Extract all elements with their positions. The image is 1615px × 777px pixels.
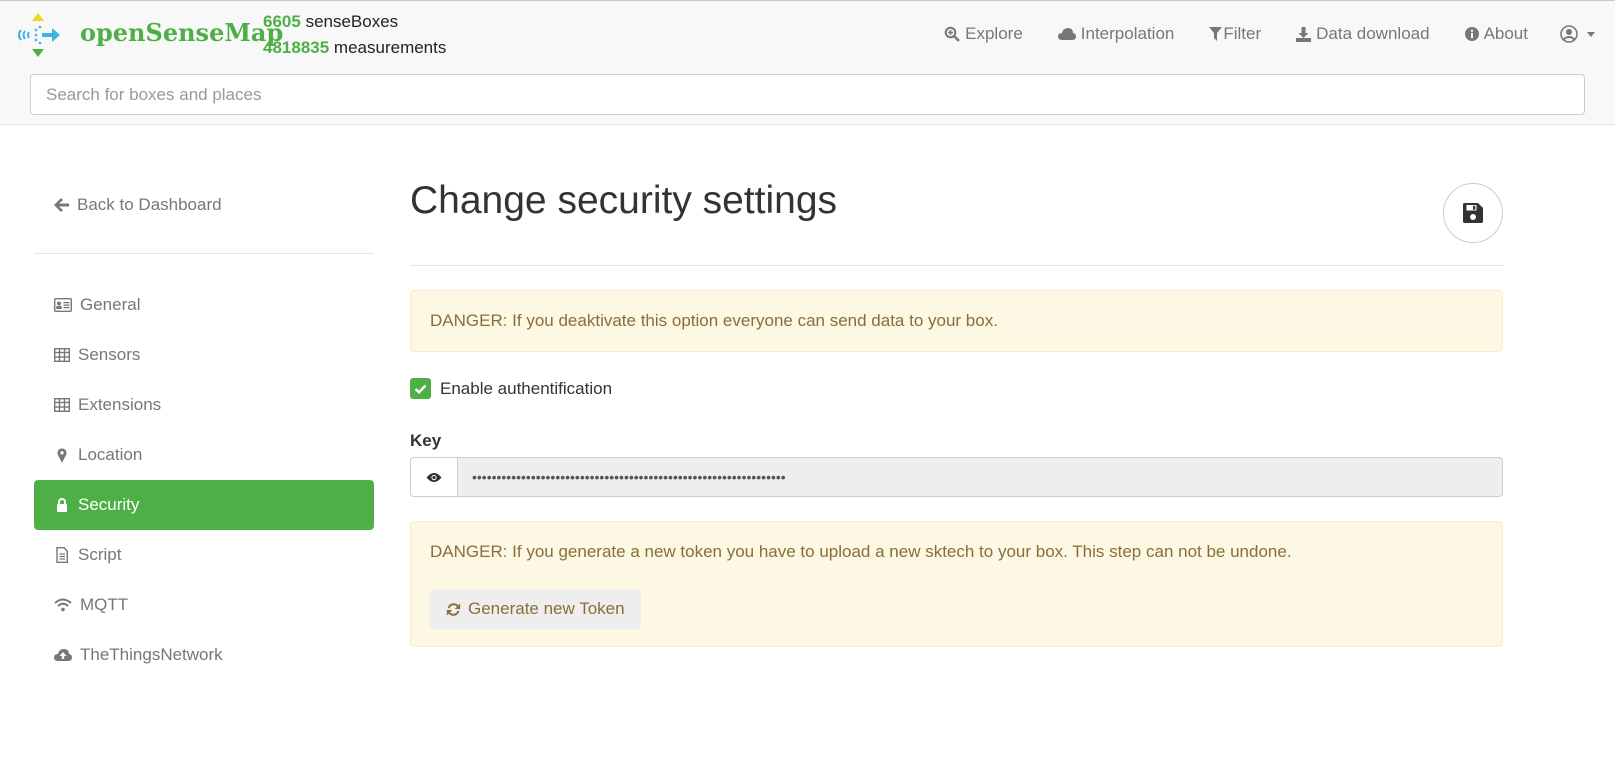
- enable-auth-checkbox[interactable]: [410, 378, 431, 399]
- title-divider: [410, 265, 1503, 266]
- enable-auth-label[interactable]: Enable authentification: [440, 379, 612, 399]
- sidebar-item-security[interactable]: Security: [34, 480, 374, 530]
- refresh-icon: [446, 602, 461, 616]
- floppy-disk-icon: [1463, 203, 1483, 223]
- auth-danger-alert: DANGER: If you deaktivate this option ev…: [410, 290, 1503, 352]
- toggle-key-visibility-button[interactable]: [410, 457, 458, 497]
- nav-explore-label: Explore: [965, 24, 1023, 43]
- search-input[interactable]: [30, 74, 1585, 115]
- access-token-field[interactable]: [458, 457, 1503, 497]
- nav-about-label: About: [1483, 24, 1528, 43]
- sidebar-divider: [34, 253, 374, 254]
- id-card-icon: [54, 298, 72, 312]
- page-title: Change security settings: [410, 179, 838, 222]
- search-plus-icon: [944, 26, 961, 42]
- token-danger-alert: DANGER: If you generate a new token you …: [410, 521, 1503, 647]
- sidebar-item-script-label: Script: [78, 545, 122, 564]
- nav-interpolation[interactable]: Interpolation: [1057, 24, 1175, 44]
- token-danger-text: DANGER: If you generate a new token you …: [430, 542, 1292, 561]
- cloud-icon: [1057, 28, 1076, 40]
- sidebar-item-extensions-label: Extensions: [78, 395, 162, 414]
- sidebar-item-mqtt[interactable]: MQTT: [34, 580, 374, 630]
- download-icon: [1296, 26, 1312, 42]
- sidebar-item-mqtt-label: MQTT: [80, 595, 129, 614]
- caret-down-icon: [1587, 31, 1595, 37]
- map-marker-icon: [57, 447, 67, 463]
- key-label: Key: [410, 431, 442, 450]
- nav-data-download-label: Data download: [1316, 24, 1430, 43]
- generate-token-label: Generate new Token: [468, 599, 625, 618]
- brand-name[interactable]: openSenseMap: [80, 18, 283, 47]
- check-icon: [414, 384, 427, 394]
- user-circle-icon: [1560, 25, 1578, 43]
- main-nav: Explore Interpolation Filter Data downlo…: [909, 19, 1595, 49]
- sidebar-item-script[interactable]: Script: [34, 530, 374, 580]
- back-to-dashboard-link[interactable]: Back to Dashboard: [34, 180, 374, 230]
- user-menu-toggle[interactable]: [1560, 25, 1595, 43]
- auth-danger-text: DANGER: If you deaktivate this option ev…: [430, 311, 998, 330]
- sidebar-item-sensors[interactable]: Sensors: [34, 330, 374, 380]
- sidebar-item-general-label: General: [80, 295, 141, 314]
- sidebar-item-sensors-label: Sensors: [78, 345, 141, 364]
- security-settings-panel: Change security settings DANGER: If you …: [410, 175, 1503, 647]
- back-to-dashboard-label: Back to Dashboard: [77, 195, 222, 214]
- sidebar-item-extensions[interactable]: Extensions: [34, 380, 374, 430]
- sidebar-item-thethingsnetwork-label: TheThingsNetwork: [80, 645, 223, 664]
- cloud-upload-icon: [54, 649, 72, 661]
- filter-icon: [1209, 27, 1223, 41]
- sidebar-item-location[interactable]: Location: [34, 430, 374, 480]
- nav-filter-label: Filter: [1223, 24, 1262, 43]
- table-icon: [54, 348, 70, 362]
- generate-token-button[interactable]: Generate new Token: [430, 589, 641, 629]
- key-input-group: [410, 457, 1503, 497]
- nav-about[interactable]: About: [1464, 24, 1528, 44]
- save-button[interactable]: [1443, 183, 1503, 243]
- senseboxes-label: senseBoxes: [305, 12, 399, 31]
- sidebar-item-thethingsnetwork[interactable]: TheThingsNetwork: [34, 630, 374, 680]
- file-text-icon: [56, 547, 68, 563]
- senseboxes-count: 6605: [263, 12, 301, 31]
- nav-filter[interactable]: Filter: [1209, 24, 1261, 44]
- measurements-count: 4818835: [263, 38, 330, 57]
- platform-stats: 6605 senseBoxes 4818835 measurements: [263, 9, 446, 61]
- nav-explore[interactable]: Explore: [944, 24, 1023, 44]
- info-icon: [1464, 27, 1479, 41]
- eye-icon: [426, 472, 442, 482]
- opensensemap-logo[interactable]: [15, 13, 61, 57]
- settings-sidebar: Back to Dashboard General Sensors Extens…: [34, 180, 374, 680]
- lock-icon: [57, 498, 67, 512]
- sidebar-item-general[interactable]: General: [34, 280, 374, 330]
- sidebar-item-security-label: Security: [78, 495, 140, 514]
- top-navbar: openSenseMap 6605 senseBoxes 4818835 mea…: [0, 0, 1615, 125]
- nav-data-download[interactable]: Data download: [1296, 24, 1430, 44]
- arrow-left-icon: [54, 198, 69, 212]
- wifi-icon: [54, 598, 72, 612]
- sidebar-item-location-label: Location: [78, 445, 143, 464]
- table-icon: [54, 398, 70, 412]
- enable-auth-row: Enable authentification: [410, 378, 612, 399]
- nav-interpolation-label: Interpolation: [1080, 24, 1175, 43]
- measurements-label: measurements: [333, 38, 447, 57]
